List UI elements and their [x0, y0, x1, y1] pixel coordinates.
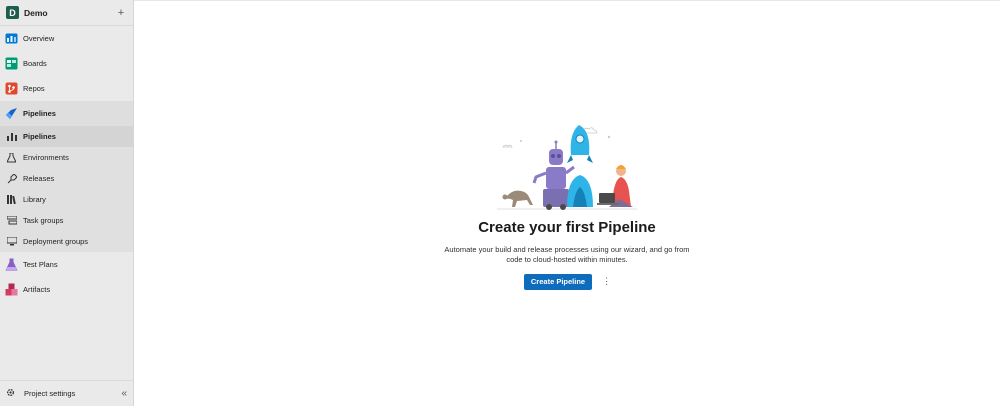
- project-settings-link[interactable]: Project settings: [24, 389, 121, 398]
- sidebar-item-label: Test Plans: [23, 260, 58, 269]
- releases-icon: [6, 173, 17, 184]
- subnav-item-environments[interactable]: Environments: [0, 147, 133, 168]
- pipelines-subnav: Pipelines Environments Releases Library: [0, 126, 133, 252]
- library-icon: [6, 194, 17, 205]
- create-pipeline-button[interactable]: Create Pipeline: [523, 273, 593, 290]
- subnav-item-deployment-groups[interactable]: Deployment groups: [0, 231, 133, 252]
- pipeline-bars-icon: [6, 131, 17, 142]
- artifacts-icon: [5, 283, 18, 296]
- overview-icon: [5, 32, 18, 45]
- plus-icon[interactable]: +: [115, 7, 127, 19]
- sidebar-item-label: Pipelines: [23, 109, 56, 118]
- project-header[interactable]: D Demo +: [0, 0, 133, 26]
- sidebar: D Demo + Overview Boards Repos Pipelines…: [0, 0, 134, 406]
- sidebar-item-repos[interactable]: Repos: [0, 76, 133, 101]
- subnav-item-label: Releases: [23, 174, 55, 183]
- subnav-item-label: Deployment groups: [23, 237, 89, 246]
- sidebar-item-pipelines[interactable]: Pipelines: [0, 101, 133, 126]
- more-vertical-icon[interactable]: ⋮: [602, 276, 611, 287]
- sidebar-item-label: Overview: [23, 34, 55, 43]
- deployment-groups-icon: [6, 236, 17, 247]
- subnav-item-releases[interactable]: Releases: [0, 168, 133, 189]
- subnav-item-label: Pipelines: [23, 132, 56, 141]
- subnav-item-library[interactable]: Library: [0, 189, 133, 210]
- project-name: Demo: [24, 7, 48, 18]
- environment-icon: [6, 152, 17, 163]
- boards-icon: [5, 57, 18, 70]
- main-content: Create your first Pipeline Automate your…: [134, 0, 1000, 406]
- double-chevron-left-icon[interactable]: «: [121, 388, 127, 399]
- pipeline-illustration: [497, 125, 637, 210]
- sidebar-item-label: Boards: [23, 59, 47, 68]
- subnav-item-label: Environments: [23, 153, 69, 162]
- sidebar-nav: Overview Boards Repos Pipelines: [0, 26, 133, 126]
- sidebar-item-artifacts[interactable]: Artifacts: [0, 277, 133, 302]
- gear-icon[interactable]: [6, 388, 16, 399]
- repos-icon: [5, 82, 18, 95]
- subnav-item-label: Library: [23, 195, 46, 204]
- subnav-item-pipelines[interactable]: Pipelines: [0, 126, 133, 147]
- page-title: Create your first Pipeline: [478, 219, 656, 236]
- sidebar-item-boards[interactable]: Boards: [0, 51, 133, 76]
- sidebar-item-overview[interactable]: Overview: [0, 26, 133, 51]
- sidebar-nav-lower: Test Plans Artifacts: [0, 252, 133, 302]
- sidebar-item-test-plans[interactable]: Test Plans: [0, 252, 133, 277]
- app-root: D Demo + Overview Boards Repos Pipelines…: [0, 0, 1000, 406]
- project-avatar: D: [6, 6, 19, 19]
- test-plans-icon: [5, 258, 18, 271]
- sidebar-item-label: Repos: [23, 84, 45, 93]
- empty-state-actions: Create Pipeline ⋮: [523, 273, 611, 290]
- empty-state-description: Automate your build and release processe…: [444, 245, 690, 264]
- subnav-item-label: Task groups: [23, 216, 64, 225]
- subnav-item-task-groups[interactable]: Task groups: [0, 210, 133, 231]
- pipelines-icon: [5, 107, 18, 120]
- sidebar-item-label: Artifacts: [23, 285, 51, 294]
- sidebar-footer: Project settings «: [0, 380, 133, 406]
- empty-state: Create your first Pipeline Automate your…: [134, 119, 1000, 290]
- task-groups-icon: [6, 215, 17, 226]
